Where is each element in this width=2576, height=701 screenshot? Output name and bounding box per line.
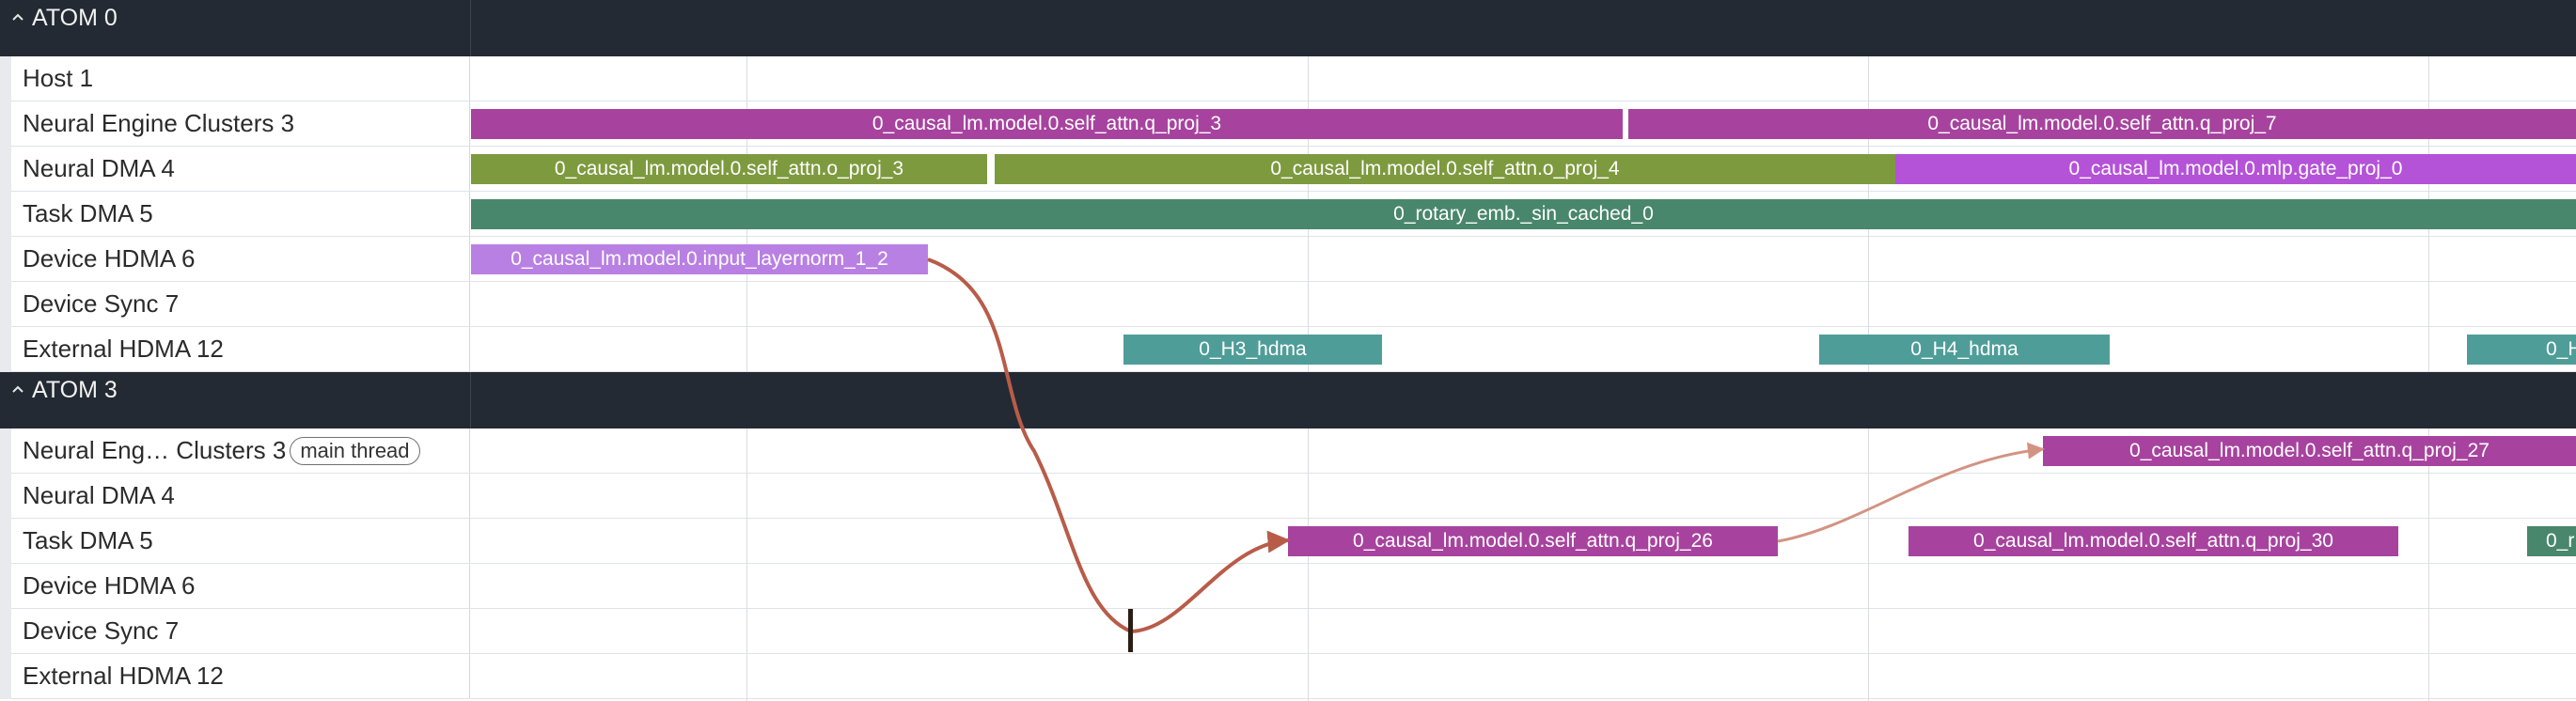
chevron-up-icon[interactable] [9,382,26,398]
row-accent [0,474,11,519]
track-row[interactable]: Device HDMA 6 [0,564,2576,609]
trace-slice[interactable]: 0_causal_lm.model.0.self_attn.q_proj_27 [2043,436,2576,466]
track-label: Task DMA 5 [23,526,153,554]
track-label: Neural DMA 4 [23,154,175,182]
row-accent [0,428,11,474]
trace-slice[interactable]: 0_causal_lm.model.0.self_attn.o_proj_4 [995,154,1895,184]
label-gutter-divider [470,0,471,56]
track-label: Task DMA 5 [23,199,153,227]
row-accent [0,327,11,372]
time-gridline [1868,428,1869,701]
row-accent [0,192,11,237]
time-gridline [746,428,747,701]
track-label: Neural Engine Clusters 3 [23,109,295,137]
row-accent [0,282,11,327]
track-label: Neural Eng… Clusters 3 [23,436,287,464]
group-title: ATOM 0 [32,4,118,31]
trace-slice[interactable]: 0_causal_lm.model.0.mlp.gate_proj_0 [1895,154,2576,184]
track-label: External HDMA 12 [23,662,224,690]
group-title: ATOM 3 [32,376,118,403]
time-gridline [1308,428,1309,701]
track-label: Device Sync 7 [23,616,180,645]
trace-slice[interactable]: 0_rotary_emb._sin_cached_0 [471,199,2576,229]
track-label: Device Sync 7 [23,289,180,318]
row-accent [0,101,11,147]
trace-slice[interactable]: 0_H4_hdma [1819,335,2110,365]
row-accent [0,609,11,654]
row-accent [0,654,11,699]
time-gridline [2428,428,2429,701]
track-row[interactable]: Device Sync 7 [0,282,2576,327]
track-row[interactable]: Device HDMA 6 [0,237,2576,282]
row-accent [0,237,11,282]
trace-slice[interactable]: 0_H [2467,335,2576,365]
track-label: Device HDMA 6 [23,571,196,600]
track-label: External HDMA 12 [23,335,224,363]
trace-slice[interactable]: 0_causal_lm.model.0.self_attn.o_proj_3 [471,154,987,184]
label-gutter-divider [470,372,471,428]
trace-slice[interactable]: 0_causal_lm.model.0.self_attn.q_proj_30 [1908,526,2398,556]
row-accent [0,564,11,609]
track-label: Host 1 [23,64,94,92]
track-row[interactable]: Host 1 [0,56,2576,101]
track-row[interactable]: Device Sync 7 [0,609,2576,654]
row-accent [0,519,11,564]
track-label: Neural DMA 4 [23,481,175,509]
track-row[interactable]: External HDMA 12 [0,654,2576,699]
track-label: Device HDMA 6 [23,244,196,273]
trace-slice[interactable]: 0_causal_lm.model.0.self_attn.q_proj_3 [471,109,1623,139]
trace-slice[interactable]: 0_r [2527,526,2576,556]
trace-slice[interactable]: 0_causal_lm.model.0.self_attn.q_proj_26 [1288,526,1778,556]
trace-slice[interactable]: 0_causal_lm.model.0.input_layernorm_1_2 [471,244,928,274]
group-header-atom-3[interactable]: ATOM 3 [0,372,2576,428]
trace-slice[interactable]: 0_H3_hdma [1123,335,1382,365]
track-row[interactable]: Neural DMA 4 [0,474,2576,519]
chevron-up-icon[interactable] [9,9,26,26]
row-accent [0,56,11,101]
row-accent [0,147,11,192]
main-thread-badge: main thread [290,436,420,465]
trace-slice[interactable]: 0_causal_lm.model.0.self_attn.q_proj_7 [1628,109,2576,139]
group-header-atom-0[interactable]: ATOM 0 [0,0,2576,56]
